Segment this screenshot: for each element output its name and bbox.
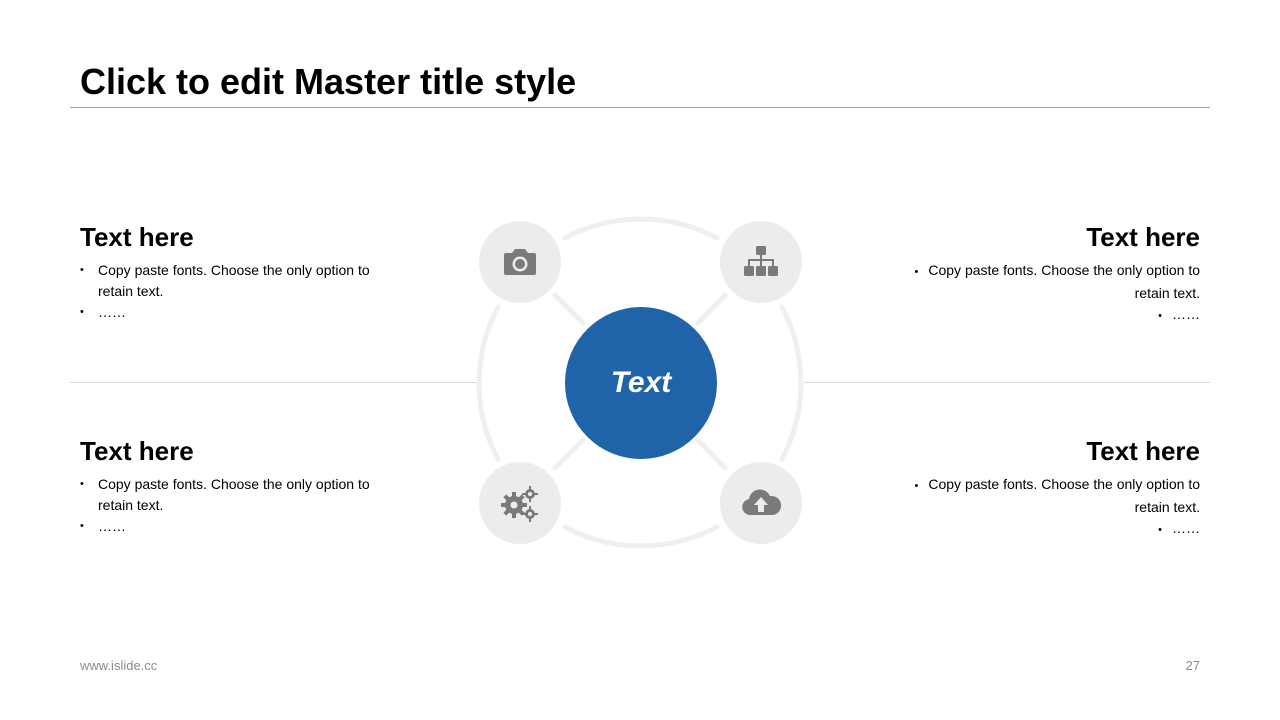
center-circle[interactable]: Text [565,307,717,459]
ring-arc-top [562,216,720,241]
text-block-bottom-left[interactable]: Text here Copy paste fonts. Choose the o… [80,436,400,537]
bullet-item: • Copy paste fonts. Choose the only optio… [914,262,1200,301]
block-heading: Text here [80,222,194,252]
title-divider [70,107,1210,108]
bullet-list: Copy paste fonts. Choose the only option… [80,474,400,537]
page-number: 27 [1185,658,1200,673]
ring-arc-bottom [562,524,720,549]
sitemap-icon [744,246,778,276]
connector-bottom-right [695,437,728,471]
ring-arc-right [779,304,804,462]
center-label: Text [610,366,672,399]
connector-bottom-left [552,437,586,471]
node-top-right[interactable] [720,221,802,303]
bullet-item: •…… [1158,520,1200,536]
right-divider [804,382,1210,383]
left-divider [70,382,478,383]
footer-url[interactable]: www.islide.cc [80,658,157,673]
bullet-list: • Copy paste fonts. Choose the only optio… [880,260,1200,327]
gears-icon [501,486,538,522]
camera-icon [504,249,536,275]
block-heading: Text here [1086,436,1200,466]
bullet-item: Copy paste fonts. Choose the only option… [80,474,400,516]
text-block-bottom-right[interactable]: Text here • Copy paste fonts. Choose the … [880,436,1200,541]
block-heading: Text here [80,436,194,466]
node-bottom-right[interactable] [720,462,802,544]
node-bottom-left[interactable] [479,462,561,544]
slide-title[interactable]: Click to edit Master title style [80,60,576,104]
bullet-item: • Copy paste fonts. Choose the only optio… [914,476,1200,515]
text-block-top-left[interactable]: Text here Copy paste fonts. Choose the o… [80,222,400,323]
bullet-item: Copy paste fonts. Choose the only option… [80,260,400,302]
cloud-upload-icon [742,489,782,515]
connector-top-right [695,292,728,326]
bullet-item: …… [80,302,400,323]
connector-top-left [552,292,586,326]
bullet-list: Copy paste fonts. Choose the only option… [80,260,400,323]
ring-arc-left [476,304,501,462]
bullet-item: …… [80,516,400,537]
block-heading: Text here [1086,222,1200,252]
node-top-left[interactable] [479,221,561,303]
bullet-list: • Copy paste fonts. Choose the only optio… [880,474,1200,541]
text-block-top-right[interactable]: Text here • Copy paste fonts. Choose the … [880,222,1200,327]
bullet-item: •…… [1158,306,1200,322]
